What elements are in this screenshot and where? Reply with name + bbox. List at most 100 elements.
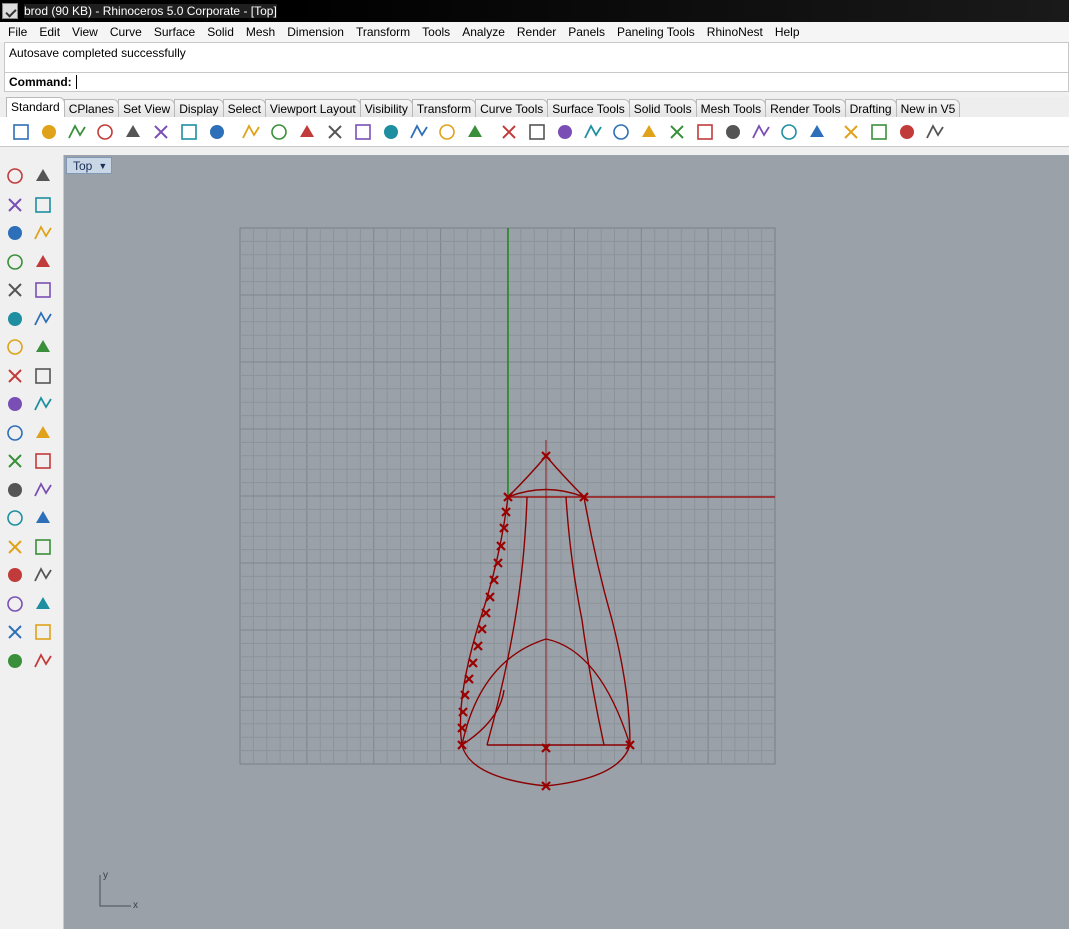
undo-icon[interactable] [240,121,262,143]
paint-icon[interactable] [32,650,54,672]
command-line[interactable]: Command: [4,72,1069,92]
cut-icon[interactable] [150,121,172,143]
chevron-down-icon[interactable]: ▼ [98,161,107,171]
zoom-selected-icon[interactable] [408,121,430,143]
dimension-icon[interactable] [32,564,54,586]
menu-tools[interactable]: Tools [422,25,450,39]
lock-icon[interactable] [638,121,660,143]
move-icon[interactable] [32,507,54,529]
extrude-icon[interactable] [4,365,26,387]
menu-panels[interactable]: Panels [568,25,605,39]
plane-icon[interactable] [526,121,548,143]
solid-box-icon[interactable] [4,564,26,586]
polyline-icon[interactable] [4,194,26,216]
cplane-icon[interactable] [554,121,576,143]
surface-edit-icon[interactable] [32,308,54,330]
split-icon[interactable] [4,422,26,444]
menu-analyze[interactable]: Analyze [462,25,505,39]
group-icon[interactable] [4,536,26,558]
menu-file[interactable]: File [8,25,27,39]
paste-icon[interactable] [206,121,228,143]
rectangle-icon[interactable] [32,251,54,273]
tab-drafting[interactable]: Drafting [844,99,897,117]
tab-select[interactable]: Select [222,99,266,117]
offset-icon[interactable] [4,479,26,501]
tab-set-view[interactable]: Set View [118,99,176,117]
tab-render-tools[interactable]: Render Tools [765,99,846,117]
layer-icon[interactable] [666,121,688,143]
viewport-canvas[interactable]: yx [64,155,1069,929]
text-icon[interactable] [4,507,26,529]
fillet-curve-icon[interactable] [32,279,54,301]
sphere-icon[interactable] [32,336,54,358]
shaded-icon[interactable] [4,650,26,672]
ellipse-icon[interactable] [32,222,54,244]
boolean-icon[interactable] [4,450,26,472]
shaded-sphere-icon[interactable] [750,121,772,143]
menu-help[interactable]: Help [775,25,800,39]
rhino-app-icon[interactable] [2,3,18,19]
menu-surface[interactable]: Surface [154,25,195,39]
tab-surface-tools[interactable]: Surface Tools [547,99,630,117]
render-sphere-icon[interactable] [722,121,744,143]
blend-icon[interactable] [32,479,54,501]
help-icon[interactable] [924,121,946,143]
menu-view[interactable]: View [72,25,98,39]
tab-standard[interactable]: Standard [6,97,65,117]
import-icon[interactable] [122,121,144,143]
tab-mesh-tools[interactable]: Mesh Tools [695,99,767,117]
check-icon[interactable] [32,621,54,643]
menu-dimension[interactable]: Dimension [287,25,344,39]
circle-icon[interactable] [4,222,26,244]
polygon-icon[interactable] [4,279,26,301]
save-icon[interactable] [66,121,88,143]
zoom-window-icon[interactable] [352,121,374,143]
gear-points-icon[interactable] [4,393,26,415]
tab-new-in-v5[interactable]: New in V5 [895,99,961,117]
rendered-sphere-icon[interactable] [778,121,800,143]
array-icon[interactable] [4,593,26,615]
tab-curve-tools[interactable]: Curve Tools [475,99,549,117]
print-icon[interactable] [94,121,116,143]
mesh-icon[interactable] [896,121,918,143]
menu-mesh[interactable]: Mesh [246,25,275,39]
named-view-icon[interactable] [582,121,604,143]
menu-rhinonest[interactable]: RhinoNest [707,25,763,39]
tab-display[interactable]: Display [174,99,224,117]
tab-solid-tools[interactable]: Solid Tools [628,99,697,117]
gear-icon[interactable] [868,121,890,143]
mesh-plane-icon[interactable] [32,365,54,387]
align-icon[interactable] [32,593,54,615]
color-wheel-icon[interactable] [694,121,716,143]
material-icon[interactable] [806,121,828,143]
tab-visibility[interactable]: Visibility [359,99,413,117]
point-icon[interactable] [32,165,54,187]
new-icon[interactable] [10,121,32,143]
menu-transform[interactable]: Transform [356,25,410,39]
menu-edit[interactable]: Edit [39,25,60,39]
car-icon[interactable] [498,121,520,143]
arc-icon[interactable] [4,251,26,273]
menu-solid[interactable]: Solid [207,25,234,39]
copy-icon[interactable] [178,121,200,143]
options-icon[interactable] [840,121,862,143]
viewport-tab[interactable]: Top ▼ [66,157,112,174]
light-icon[interactable] [610,121,632,143]
tab-cplanes[interactable]: CPlanes [63,99,120,117]
zoom-extents-icon[interactable] [380,121,402,143]
surface-icon[interactable] [4,308,26,330]
menu-curve[interactable]: Curve [110,25,142,39]
cluster-icon[interactable] [32,450,54,472]
box-icon[interactable] [4,336,26,358]
undo-view-icon[interactable] [436,121,458,143]
trim-icon[interactable] [32,422,54,444]
menu-render[interactable]: Render [517,25,556,39]
mirror-icon[interactable] [32,536,54,558]
pan-icon[interactable] [268,121,290,143]
select-arrow-icon[interactable] [4,165,26,187]
curve-icon[interactable] [32,194,54,216]
rotate-view-icon[interactable] [296,121,318,143]
tab-transform[interactable]: Transform [411,99,477,117]
menu-paneling-tools[interactable]: Paneling Tools [617,25,695,39]
zoom-dynamic-icon[interactable] [324,121,346,143]
